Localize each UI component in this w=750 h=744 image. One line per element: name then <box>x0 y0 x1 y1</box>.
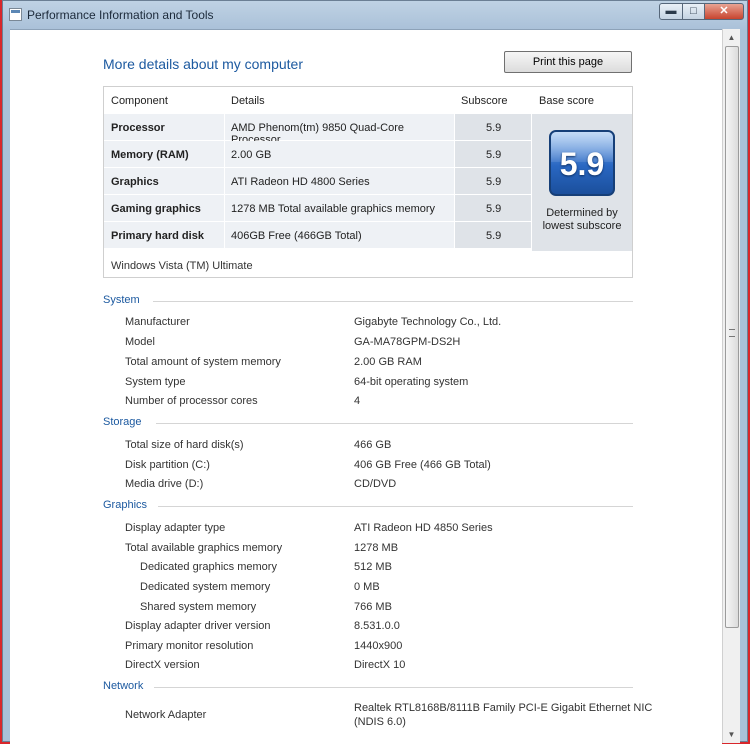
component-subscore: 5.9 <box>486 176 502 188</box>
info-value: 64-bit operating system <box>354 376 469 388</box>
base-score-value: 5.9 <box>559 146 605 182</box>
score-row-memory: Memory (RAM) 2.00 GB 5.9 <box>104 141 532 168</box>
window-title: Performance Information and Tools <box>27 8 214 22</box>
minimize-button[interactable]: ▬ <box>659 3 683 20</box>
info-value: 466 GB <box>354 439 392 451</box>
component-details: 1278 MB Total available graphics memory <box>231 203 436 215</box>
header-component: Component <box>111 95 168 107</box>
maximize-icon: □ <box>690 5 697 17</box>
info-label: Network Adapter <box>125 709 207 721</box>
info-value: CD/DVD <box>354 478 397 490</box>
header-base-score: Base score <box>539 95 595 107</box>
component-subscore: 5.9 <box>486 230 502 242</box>
score-row-gaming-graphics: Gaming graphics 1278 MB Total available … <box>104 195 532 222</box>
info-value: Realtek RTL8168B/8111B Family PCI-E Giga… <box>354 702 653 714</box>
section-divider <box>153 301 633 302</box>
section-divider <box>156 423 633 424</box>
scroll-up-arrow-icon[interactable]: ▲ <box>723 29 740 46</box>
component-name: Processor <box>111 122 165 134</box>
info-value: 4 <box>354 395 361 407</box>
info-value: 406 GB Free (466 GB Total) <box>354 459 491 471</box>
info-value: GA-MA78GPM-DS2H <box>354 336 461 348</box>
info-label: Number of processor cores <box>125 395 258 407</box>
os-edition: Windows Vista (TM) Ultimate <box>111 260 253 272</box>
component-details: 2.00 GB <box>231 149 272 161</box>
section-system-title: System <box>103 294 140 306</box>
window-icon <box>9 8 22 21</box>
info-label: Model <box>125 336 155 348</box>
score-table: Component Details Subscore Base score Pr… <box>103 86 633 278</box>
scrollbar-thumb[interactable] <box>725 46 739 628</box>
scroll-down-arrow-icon[interactable]: ▼ <box>723 726 740 743</box>
component-subscore: 5.9 <box>486 149 502 161</box>
component-name: Graphics <box>111 176 159 188</box>
info-label: Display adapter driver version <box>125 620 271 632</box>
info-value: 1278 MB <box>354 542 399 554</box>
header-subscore: Subscore <box>461 95 508 107</box>
info-label: Total size of hard disk(s) <box>125 439 244 451</box>
component-subscore: 5.9 <box>486 122 502 134</box>
score-row-graphics: Graphics ATI Radeon HD 4800 Series 5.9 <box>104 168 532 195</box>
base-score-panel: 5.9 Determined by lowest subscore <box>532 114 632 251</box>
base-score-badge: 5.9 <box>549 130 615 196</box>
info-label: Shared system memory <box>140 601 257 613</box>
info-value: 512 MB <box>354 561 392 573</box>
info-value-continued: (NDIS 6.0) <box>354 716 406 728</box>
info-label: Disk partition (C:) <box>125 459 210 471</box>
info-value: 1440x900 <box>354 640 403 652</box>
info-value: DirectX 10 <box>354 659 406 671</box>
info-value: Gigabyte Technology Co., Ltd. <box>354 316 502 328</box>
header-details: Details <box>231 95 265 107</box>
info-label: Manufacturer <box>125 316 190 328</box>
section-storage-title: Storage <box>103 416 142 428</box>
section-network-title: Network <box>103 680 144 692</box>
info-label: Total amount of system memory <box>125 356 281 368</box>
score-row-processor: Processor AMD Phenom(tm) 9850 Quad-Core … <box>104 114 532 146</box>
component-name: Memory (RAM) <box>111 149 189 161</box>
score-row-hard-disk: Primary hard disk 406GB Free (466GB Tota… <box>104 222 532 249</box>
info-value: 766 MB <box>354 601 392 613</box>
section-graphics-title: Graphics <box>103 499 148 511</box>
close-icon: ✕ <box>719 5 729 17</box>
info-value: 0 MB <box>354 581 380 593</box>
info-label: Display adapter type <box>125 522 226 534</box>
vertical-scrollbar[interactable]: ▲ ▼ <box>722 29 740 743</box>
section-divider <box>154 687 633 688</box>
grip-icon <box>729 329 735 337</box>
section-divider <box>158 506 633 507</box>
info-value: 2.00 GB RAM <box>354 356 422 368</box>
info-label: Total available graphics memory <box>125 542 283 554</box>
info-label: Primary monitor resolution <box>125 640 254 652</box>
info-label: Dedicated graphics memory <box>140 561 277 573</box>
component-subscore: 5.9 <box>486 203 502 215</box>
title-bar[interactable]: Performance Information and Tools ▬ □ ✕ <box>3 1 747 29</box>
close-button[interactable]: ✕ <box>704 3 744 20</box>
component-details: 406GB Free (466GB Total) <box>231 230 362 242</box>
component-details: ATI Radeon HD 4800 Series <box>231 176 370 188</box>
maximize-button[interactable]: □ <box>682 3 705 20</box>
app-window: Performance Information and Tools ▬ □ ✕ … <box>2 0 748 744</box>
component-name: Gaming graphics <box>111 203 201 215</box>
content-area: More details about my computer Print thi… <box>10 29 722 744</box>
info-label: System type <box>125 376 186 388</box>
component-name: Primary hard disk <box>111 230 204 242</box>
info-value: ATI Radeon HD 4850 Series <box>354 522 493 534</box>
info-label: Dedicated system memory <box>140 581 271 593</box>
info-label: Media drive (D:) <box>125 478 204 490</box>
info-label: DirectX version <box>125 659 200 671</box>
page-title: More details about my computer <box>103 56 303 72</box>
info-value: 8.531.0.0 <box>354 620 400 632</box>
minimize-icon: ▬ <box>665 5 677 17</box>
print-button[interactable]: Print this page <box>504 51 632 73</box>
base-score-note: Determined by lowest subscore <box>542 207 622 232</box>
